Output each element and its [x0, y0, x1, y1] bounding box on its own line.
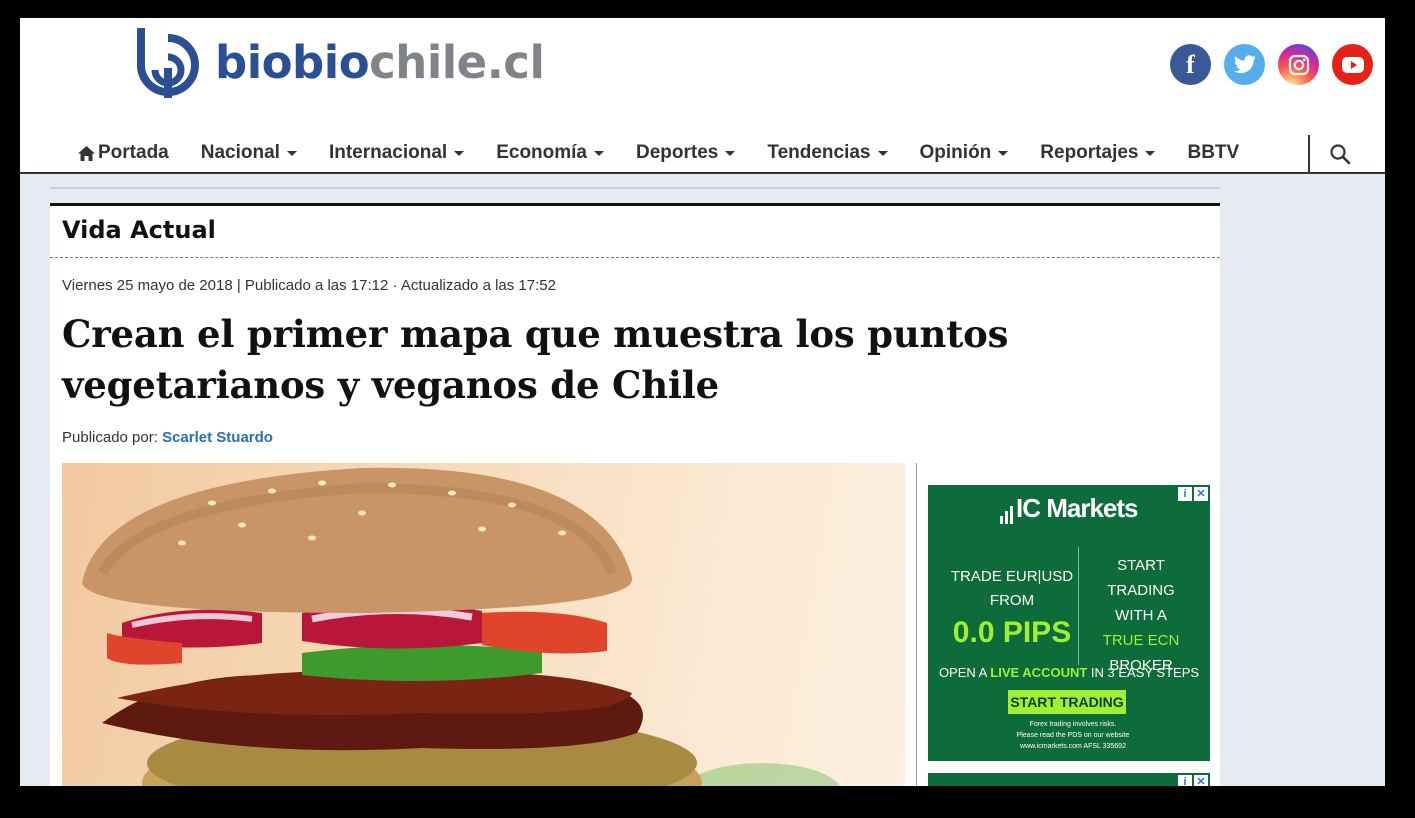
ad-brand-logo: IC Markets [1000, 493, 1138, 524]
advertisement-banner[interactable]: i ✕ IC Markets TRADE EUR|USD FROM 0.0 PI… [928, 485, 1210, 761]
ad-offer: TRADE EUR|USD FROM 0.0 PIPS [938, 565, 1086, 653]
main-nav: Portada Nacional Internacional Economía … [77, 134, 1271, 172]
ad-controls: i ✕ [1178, 487, 1208, 501]
ad-tagline-line: TRUE ECN [1102, 632, 1180, 649]
nav-item-portada[interactable]: Portada [77, 142, 169, 164]
adchoices-icon[interactable]: i [1178, 775, 1192, 786]
close-icon[interactable]: ✕ [1194, 487, 1208, 501]
advertisement-banner-2[interactable]: i ✕ [928, 773, 1210, 786]
home-icon [78, 145, 95, 161]
ad-pips: 0.0 PIPS [952, 616, 1072, 649]
biobio-logo-icon [136, 28, 199, 98]
close-icon[interactable]: ✕ [1194, 775, 1208, 786]
veggie-burger-image [82, 467, 840, 786]
author-link[interactable]: Scarlet Stuardo [162, 429, 273, 446]
caret-down-icon [725, 150, 736, 156]
column-divider [916, 463, 917, 786]
caret-down-icon [286, 150, 297, 156]
ad-fine-print: Forex trading involves risks. Please rea… [988, 719, 1158, 752]
ad-controls: i ✕ [1178, 775, 1208, 786]
article-headline: Crean el primer mapa que muestra los pun… [62, 312, 1009, 407]
ad-offer-line: TRADE EUR|USD [950, 568, 1074, 585]
caret-down-icon [454, 150, 465, 156]
nav-item-label: Reportajes [1040, 142, 1139, 163]
ad-fine-line: Please read the PDS on our website [1016, 732, 1130, 739]
caret-down-icon [998, 150, 1009, 156]
article-byline: Publicado por: Scarlet Stuardo [62, 429, 273, 446]
screenshot-frame: biobiochile.cl f Portada Nacional Intern… [0, 0, 1415, 818]
ad-tagline-line: START TRADING [1107, 557, 1175, 599]
youtube-icon[interactable] [1332, 44, 1373, 85]
nav-item-internacional[interactable]: Internacional [328, 142, 465, 164]
site-logo[interactable]: biobiochile.cl [135, 26, 545, 98]
nav-item-bbtv[interactable]: BBTV [1187, 142, 1239, 164]
ad-fine-line: Forex trading involves risks. [1029, 721, 1117, 728]
site-logo-text: biobiochile.cl [215, 35, 545, 89]
nav-item-label: Deportes [636, 142, 719, 163]
ad-steps-suffix: IN 3 EASY STEPS [1090, 665, 1200, 680]
ad-cta-button[interactable]: START TRADING [1008, 690, 1126, 714]
caret-down-icon [1145, 150, 1156, 156]
social-links: f [1170, 44, 1373, 85]
nav-item-tendencias[interactable]: Tendencias [767, 142, 888, 164]
site-header: biobiochile.cl f Portada Nacional Intern… [20, 18, 1385, 174]
section-title[interactable]: Vida Actual [62, 216, 1220, 244]
ad-offer-line: FROM [989, 592, 1035, 609]
bars-icon [1000, 506, 1013, 524]
caret-down-icon [594, 150, 605, 156]
nav-item-label: Opinión [919, 142, 992, 163]
section-header: Vida Actual [50, 206, 1220, 258]
browser-viewport: biobiochile.cl f Portada Nacional Intern… [20, 18, 1385, 786]
facebook-icon[interactable]: f [1170, 44, 1211, 85]
ad-brand: IC Markets [1016, 493, 1138, 523]
ad-tagline: START TRADING WITH A TRUE ECN BROKER [1086, 553, 1196, 678]
nav-item-economia[interactable]: Economía [496, 142, 605, 164]
nav-item-label: Economía [496, 142, 588, 163]
ad-fine-line: www.icmarkets.com AFSL 335692 [1020, 743, 1126, 750]
nav-item-label: Nacional [200, 142, 280, 163]
article-card: Vida Actual Viernes 25 mayo de 2018 | Pu… [50, 203, 1220, 786]
nav-item-reportajes[interactable]: Reportajes [1040, 142, 1156, 164]
twitter-icon[interactable] [1224, 44, 1265, 85]
nav-item-label: Portada [98, 142, 169, 163]
caret-down-icon [877, 150, 888, 156]
ad-tagline-line: WITH A [1115, 607, 1167, 624]
byline-prefix: Publicado por: [62, 429, 158, 446]
nav-item-label: Tendencias [767, 142, 871, 163]
nav-item-deportes[interactable]: Deportes [636, 142, 736, 164]
search-icon[interactable] [1328, 142, 1354, 168]
ad-steps: OPEN A LIVE ACCOUNT IN 3 EASY STEPS [928, 665, 1210, 680]
nav-item-label: Internacional [328, 142, 448, 163]
article-meta: Viernes 25 mayo de 2018 | Publicado a la… [62, 277, 556, 294]
instagram-icon[interactable] [1278, 44, 1319, 85]
content-divider [50, 187, 1220, 189]
nav-item-opinion[interactable]: Opinión [920, 142, 1009, 164]
nav-item-nacional[interactable]: Nacional [201, 142, 297, 164]
nav-item-label: BBTV [1187, 142, 1240, 163]
adchoices-icon[interactable]: i [1178, 487, 1192, 501]
ad-steps-highlight: LIVE ACCOUNT [990, 665, 1088, 680]
nav-divider [1308, 135, 1310, 172]
ad-steps-prefix: OPEN A [938, 665, 987, 680]
article-hero-image [62, 463, 905, 786]
